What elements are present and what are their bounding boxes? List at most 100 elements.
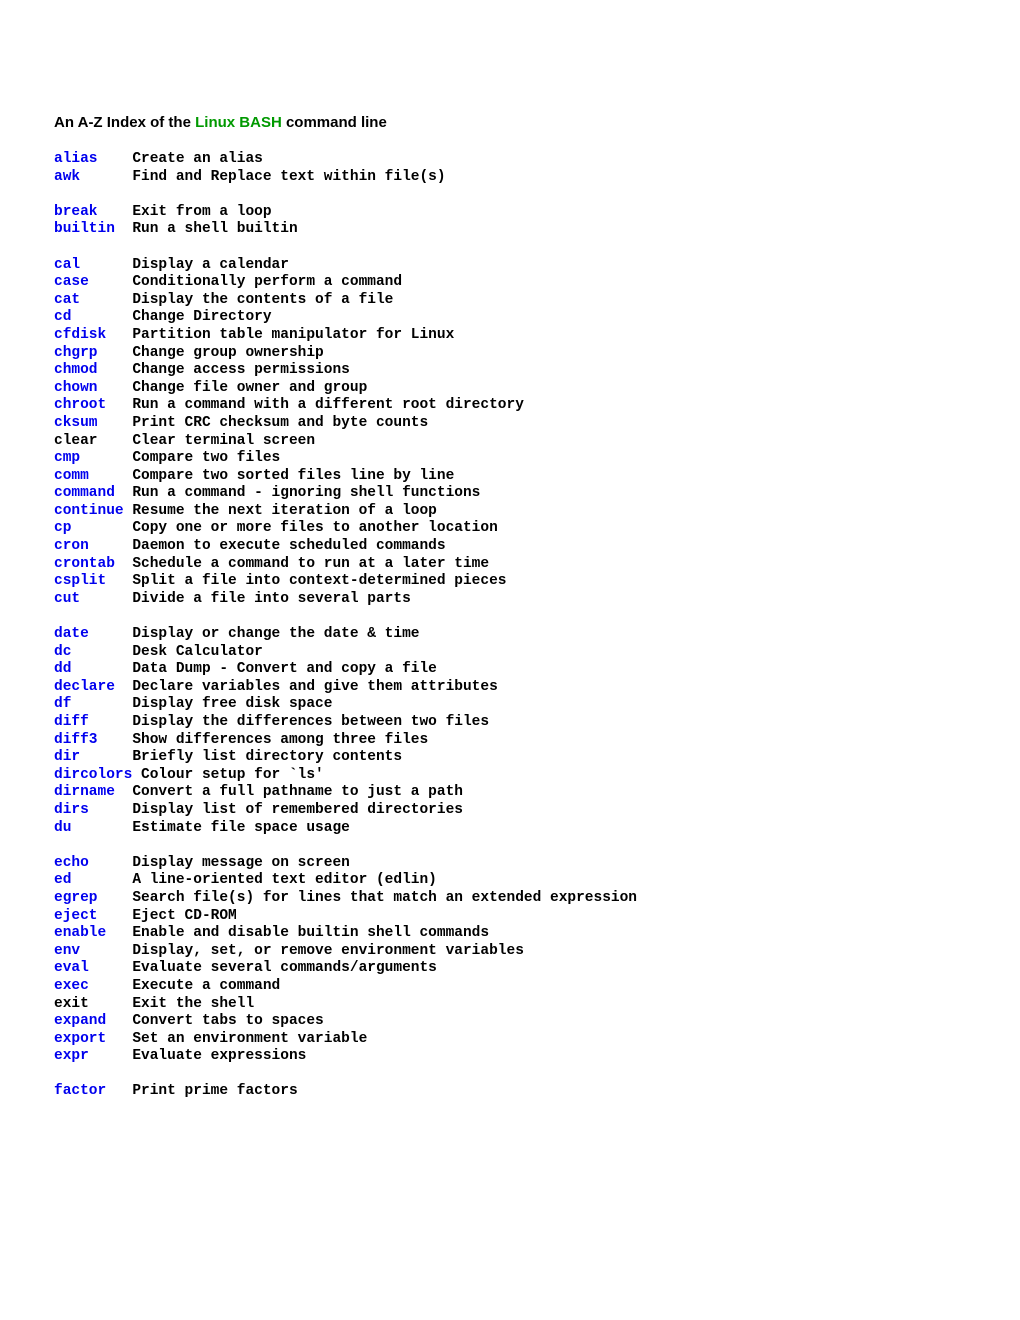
- cmd-enable[interactable]: enable: [54, 925, 106, 941]
- cmd-desc: Show differences among three files: [132, 732, 428, 748]
- cmd-desc: Conditionally perform a command: [132, 274, 402, 290]
- cmd-desc: Evaluate expressions: [132, 1048, 306, 1064]
- heading-link[interactable]: Linux BASH: [195, 114, 282, 131]
- cmd-dirname[interactable]: dirname: [54, 784, 115, 800]
- cmd-desc: Display the contents of a file: [132, 292, 393, 308]
- cmd-date[interactable]: date: [54, 626, 89, 642]
- cmd-declare[interactable]: declare: [54, 679, 115, 695]
- heading-suffix: command line: [282, 114, 387, 131]
- cmd-desc: Data Dump - Convert and copy a file: [132, 661, 437, 677]
- cmd-exec[interactable]: exec: [54, 978, 89, 994]
- cmd-cal[interactable]: cal: [54, 257, 80, 273]
- cmd-desc: Split a file into context-determined pie…: [132, 573, 506, 589]
- cmd-exit: exit: [54, 996, 89, 1012]
- page-title: An A-Z Index of the Linux BASH command l…: [54, 114, 966, 131]
- cmd-eval[interactable]: eval: [54, 960, 89, 976]
- cmd-diff[interactable]: diff: [54, 714, 89, 730]
- cmd-chmod[interactable]: chmod: [54, 362, 98, 378]
- cmd-diff3[interactable]: diff3: [54, 732, 98, 748]
- cmd-command[interactable]: command: [54, 485, 115, 501]
- cmd-egrep[interactable]: egrep: [54, 890, 98, 906]
- cmd-desc: Partition table manipulator for Linux: [132, 327, 454, 343]
- cmd-env[interactable]: env: [54, 943, 80, 959]
- cmd-desc: Desk Calculator: [132, 644, 263, 660]
- cmd-export[interactable]: export: [54, 1031, 106, 1047]
- cmd-desc: Print prime factors: [132, 1083, 297, 1099]
- cmd-continue[interactable]: continue: [54, 503, 124, 519]
- cmd-desc: Print CRC checksum and byte counts: [132, 415, 428, 431]
- cmd-dc[interactable]: dc: [54, 644, 71, 660]
- cmd-desc: Run a command - ignoring shell functions: [132, 485, 480, 501]
- cmd-cd[interactable]: cd: [54, 309, 71, 325]
- cmd-desc: Display, set, or remove environment vari…: [132, 943, 524, 959]
- cmd-desc: Change Directory: [132, 309, 271, 325]
- cmd-desc: Briefly list directory contents: [132, 749, 402, 765]
- cmd-ed[interactable]: ed: [54, 872, 71, 888]
- cmd-chown[interactable]: chown: [54, 380, 98, 396]
- cmd-clear: clear: [54, 433, 98, 449]
- cmd-cmp[interactable]: cmp: [54, 450, 80, 466]
- cmd-cksum[interactable]: cksum: [54, 415, 98, 431]
- cmd-desc: Display free disk space: [132, 696, 332, 712]
- cmd-desc: Clear terminal screen: [132, 433, 315, 449]
- cmd-csplit[interactable]: csplit: [54, 573, 106, 589]
- cmd-desc: A line-oriented text editor (edlin): [132, 872, 437, 888]
- cmd-desc: Convert a full pathname to just a path: [132, 784, 463, 800]
- cmd-dirs[interactable]: dirs: [54, 802, 89, 818]
- cmd-desc: Compare two files: [132, 450, 280, 466]
- cmd-cat[interactable]: cat: [54, 292, 80, 308]
- cmd-desc: Display a calendar: [132, 257, 289, 273]
- cmd-desc: Schedule a command to run at a later tim…: [132, 556, 489, 572]
- cmd-desc: Declare variables and give them attribut…: [132, 679, 497, 695]
- cmd-cp[interactable]: cp: [54, 520, 71, 536]
- cmd-alias[interactable]: alias: [54, 151, 98, 167]
- cmd-desc: Daemon to execute scheduled commands: [132, 538, 445, 554]
- cmd-desc: Change file owner and group: [132, 380, 367, 396]
- cmd-desc: Change access permissions: [132, 362, 350, 378]
- cmd-expand[interactable]: expand: [54, 1013, 106, 1029]
- cmd-desc: Eject CD-ROM: [132, 908, 236, 924]
- cmd-chgrp[interactable]: chgrp: [54, 345, 98, 361]
- cmd-comm[interactable]: comm: [54, 468, 89, 484]
- cmd-desc: Compare two sorted files line by line: [132, 468, 454, 484]
- cmd-desc: Search file(s) for lines that match an e…: [132, 890, 637, 906]
- cmd-desc: Run a command with a different root dire…: [132, 397, 524, 413]
- cmd-desc: Exit from a loop: [132, 204, 271, 220]
- cmd-case[interactable]: case: [54, 274, 89, 290]
- cmd-chroot[interactable]: chroot: [54, 397, 106, 413]
- cmd-break[interactable]: break: [54, 204, 98, 220]
- cmd-cron[interactable]: cron: [54, 538, 89, 554]
- cmd-cfdisk[interactable]: cfdisk: [54, 327, 106, 343]
- cmd-desc: Copy one or more files to another locati…: [132, 520, 497, 536]
- cmd-desc: Exit the shell: [132, 996, 254, 1012]
- cmd-factor[interactable]: factor: [54, 1083, 106, 1099]
- cmd-desc: Display the differences between two file…: [132, 714, 489, 730]
- cmd-desc: Display or change the date & time: [132, 626, 419, 642]
- cmd-df[interactable]: df: [54, 696, 71, 712]
- cmd-echo[interactable]: echo: [54, 855, 89, 871]
- cmd-desc: Colour setup for `ls': [141, 767, 324, 783]
- cmd-desc: Display list of remembered directories: [132, 802, 463, 818]
- cmd-cut[interactable]: cut: [54, 591, 80, 607]
- cmd-builtin[interactable]: builtin: [54, 221, 115, 237]
- cmd-du[interactable]: du: [54, 820, 71, 836]
- cmd-desc: Convert tabs to spaces: [132, 1013, 323, 1029]
- cmd-awk[interactable]: awk: [54, 169, 80, 185]
- cmd-desc: Resume the next iteration of a loop: [132, 503, 437, 519]
- cmd-desc: Execute a command: [132, 978, 280, 994]
- cmd-expr[interactable]: expr: [54, 1048, 89, 1064]
- cmd-desc: Display message on screen: [132, 855, 350, 871]
- cmd-desc: Enable and disable builtin shell command…: [132, 925, 489, 941]
- cmd-dircolors[interactable]: dircolors: [54, 767, 132, 783]
- cmd-crontab[interactable]: crontab: [54, 556, 115, 572]
- cmd-desc: Set an environment variable: [132, 1031, 367, 1047]
- cmd-desc: Estimate file space usage: [132, 820, 350, 836]
- cmd-eject[interactable]: eject: [54, 908, 98, 924]
- cmd-dd[interactable]: dd: [54, 661, 71, 677]
- command-list: alias Create an alias awk Find and Repla…: [54, 151, 966, 1101]
- cmd-desc: Evaluate several commands/arguments: [132, 960, 437, 976]
- cmd-desc: Create an alias: [132, 151, 263, 167]
- cmd-desc: Run a shell builtin: [132, 221, 297, 237]
- cmd-desc: Change group ownership: [132, 345, 323, 361]
- cmd-dir[interactable]: dir: [54, 749, 80, 765]
